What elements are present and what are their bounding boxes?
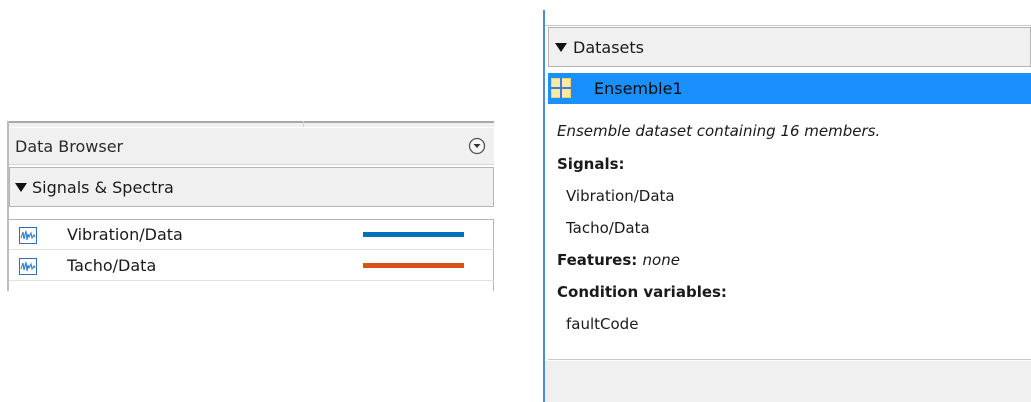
dataset-item-ensemble1[interactable]: Ensemble1	[548, 73, 1031, 104]
signal-color-swatch[interactable]	[363, 232, 464, 237]
signal-plot-icon	[19, 227, 37, 244]
data-browser-title-bar: Data Browser	[9, 128, 494, 165]
condition-variable-item: faultCode	[566, 315, 639, 333]
app-screenshot: Data Browser Signals & Spectra Vibration…	[0, 0, 1031, 402]
features-value: none	[642, 251, 680, 269]
signals-list: Vibration/Data Tacho/Data	[9, 219, 494, 291]
features-row: Features: none	[557, 251, 680, 269]
expand-triangle-icon	[15, 183, 27, 192]
condition-variables-heading: Condition variables:	[557, 283, 727, 301]
ensemble-grid-icon	[551, 78, 571, 98]
dataset-signal-item: Tacho/Data	[566, 219, 650, 237]
signal-plot-icon	[19, 258, 37, 275]
datasets-header-label: Datasets	[573, 38, 644, 57]
data-browser-title: Data Browser	[15, 137, 124, 156]
circle-chevron-down-icon[interactable]	[468, 137, 486, 155]
signals-spectra-section-header[interactable]: Signals & Spectra	[9, 167, 494, 207]
section-label: Signals & Spectra	[32, 178, 174, 197]
dataset-description: Ensemble dataset containing 16 members.	[557, 122, 881, 140]
features-heading: Features:	[557, 251, 638, 269]
datasets-body: Ensemble1 Ensemble dataset containing 16…	[548, 73, 1031, 360]
panel-divider	[543, 10, 545, 402]
datasets-panel: Datasets Ensemble1 Ensemble dataset cont…	[543, 0, 1031, 402]
signal-row-vibration[interactable]: Vibration/Data	[9, 220, 494, 250]
signal-row-tacho[interactable]: Tacho/Data	[9, 251, 494, 281]
datasets-section-header[interactable]: Datasets	[548, 27, 1031, 67]
panel-top-border	[7, 121, 494, 127]
signals-heading: Signals:	[557, 155, 625, 173]
panel-footer-area	[545, 361, 1031, 402]
dataset-label: Ensemble1	[594, 79, 683, 98]
signal-label: Vibration/Data	[67, 225, 183, 244]
panel-top-strip	[545, 0, 1031, 26]
data-browser-panel: Data Browser Signals & Spectra Vibration…	[7, 121, 494, 291]
expand-triangle-icon	[555, 43, 567, 52]
dataset-signal-item: Vibration/Data	[566, 187, 675, 205]
signal-label: Tacho/Data	[67, 256, 157, 275]
signal-color-swatch[interactable]	[363, 263, 464, 268]
